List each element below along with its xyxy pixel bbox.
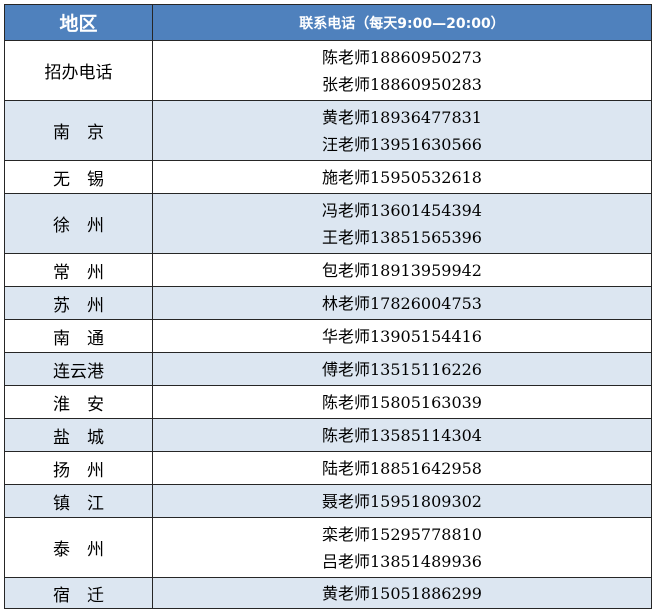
phone-cell: 冯老师13601454394 王老师13851565396 (153, 194, 652, 254)
region-cell: 苏 州 (5, 287, 153, 320)
contact-line: 施老师15950532618 (322, 167, 482, 187)
table-row: 泰 州 栾老师15295778810 吕老师13851489936 (5, 518, 652, 578)
table-row: 苏 州 林老师17826004753 (5, 287, 652, 320)
contact-line: 黄老师15051886299 (322, 583, 482, 603)
table-row: 连云港 傅老师13515116226 (5, 353, 652, 386)
region-cell: 南 京 (5, 101, 153, 161)
contact-line: 栾老师15295778810 (322, 524, 482, 544)
header-row: 地区 联系电话（每天9:00—20:00） (5, 5, 652, 41)
contact-line: 聂老师15951809302 (322, 491, 482, 511)
contact-line: 冯老师13601454394 (322, 200, 482, 220)
contact-table: 地区 联系电话（每天9:00—20:00） 招办电话 陈老师1886095027… (4, 4, 652, 609)
contact-line: 傅老师13515116226 (322, 359, 482, 379)
table-row: 南 通 华老师13905154416 (5, 320, 652, 353)
region-cell: 泰 州 (5, 518, 153, 578)
region-cell: 常 州 (5, 254, 153, 287)
phone-cell: 黄老师18936477831 汪老师13951630566 (153, 101, 652, 161)
region-cell: 无 锡 (5, 161, 153, 194)
table-row: 盐 城 陈老师13585114304 (5, 419, 652, 452)
table-row: 宿 迁 黄老师15051886299 (5, 578, 652, 609)
region-cell: 徐 州 (5, 194, 153, 254)
phone-cell: 陈老师18860950273 张老师18860950283 (153, 41, 652, 101)
table-row: 徐 州 冯老师13601454394 王老师13851565396 (5, 194, 652, 254)
phone-cell: 陆老师18851642958 (153, 452, 652, 485)
region-cell: 宿 迁 (5, 578, 153, 609)
phone-cell: 傅老师13515116226 (153, 353, 652, 386)
region-cell: 镇 江 (5, 485, 153, 518)
contact-line: 包老师18913959942 (322, 260, 482, 280)
contact-line: 吕老师13851489936 (322, 551, 482, 571)
region-cell: 连云港 (5, 353, 153, 386)
contact-line: 林老师17826004753 (322, 293, 482, 313)
region-cell: 淮 安 (5, 386, 153, 419)
header-region: 地区 (5, 5, 153, 41)
contact-line: 陈老师13585114304 (322, 425, 482, 445)
phone-cell: 陈老师13585114304 (153, 419, 652, 452)
region-cell: 招办电话 (5, 41, 153, 101)
region-cell: 南 通 (5, 320, 153, 353)
contact-line: 陈老师15805163039 (322, 392, 482, 412)
region-cell: 扬 州 (5, 452, 153, 485)
contact-line: 陆老师18851642958 (322, 458, 482, 478)
contact-line: 陈老师18860950273 (322, 47, 482, 67)
contact-line: 汪老师13951630566 (322, 134, 482, 154)
phone-cell: 包老师18913959942 (153, 254, 652, 287)
table-row: 无 锡 施老师15950532618 (5, 161, 652, 194)
contact-line: 张老师18860950283 (322, 74, 482, 94)
table-row: 镇 江 聂老师15951809302 (5, 485, 652, 518)
table-row: 淮 安 陈老师15805163039 (5, 386, 652, 419)
header-phone: 联系电话（每天9:00—20:00） (153, 5, 652, 41)
contact-line: 黄老师18936477831 (322, 107, 482, 127)
contact-line: 华老师13905154416 (322, 326, 482, 346)
phone-cell: 陈老师15805163039 (153, 386, 652, 419)
table-row: 扬 州 陆老师18851642958 (5, 452, 652, 485)
table-row: 招办电话 陈老师18860950273 张老师18860950283 (5, 41, 652, 101)
phone-cell: 林老师17826004753 (153, 287, 652, 320)
table-row: 南 京 黄老师18936477831 汪老师13951630566 (5, 101, 652, 161)
phone-cell: 施老师15950532618 (153, 161, 652, 194)
phone-cell: 华老师13905154416 (153, 320, 652, 353)
phone-cell: 聂老师15951809302 (153, 485, 652, 518)
phone-cell: 栾老师15295778810 吕老师13851489936 (153, 518, 652, 578)
region-cell: 盐 城 (5, 419, 153, 452)
table-row: 常 州 包老师18913959942 (5, 254, 652, 287)
phone-cell: 黄老师15051886299 (153, 578, 652, 609)
contact-line: 王老师13851565396 (322, 227, 482, 247)
